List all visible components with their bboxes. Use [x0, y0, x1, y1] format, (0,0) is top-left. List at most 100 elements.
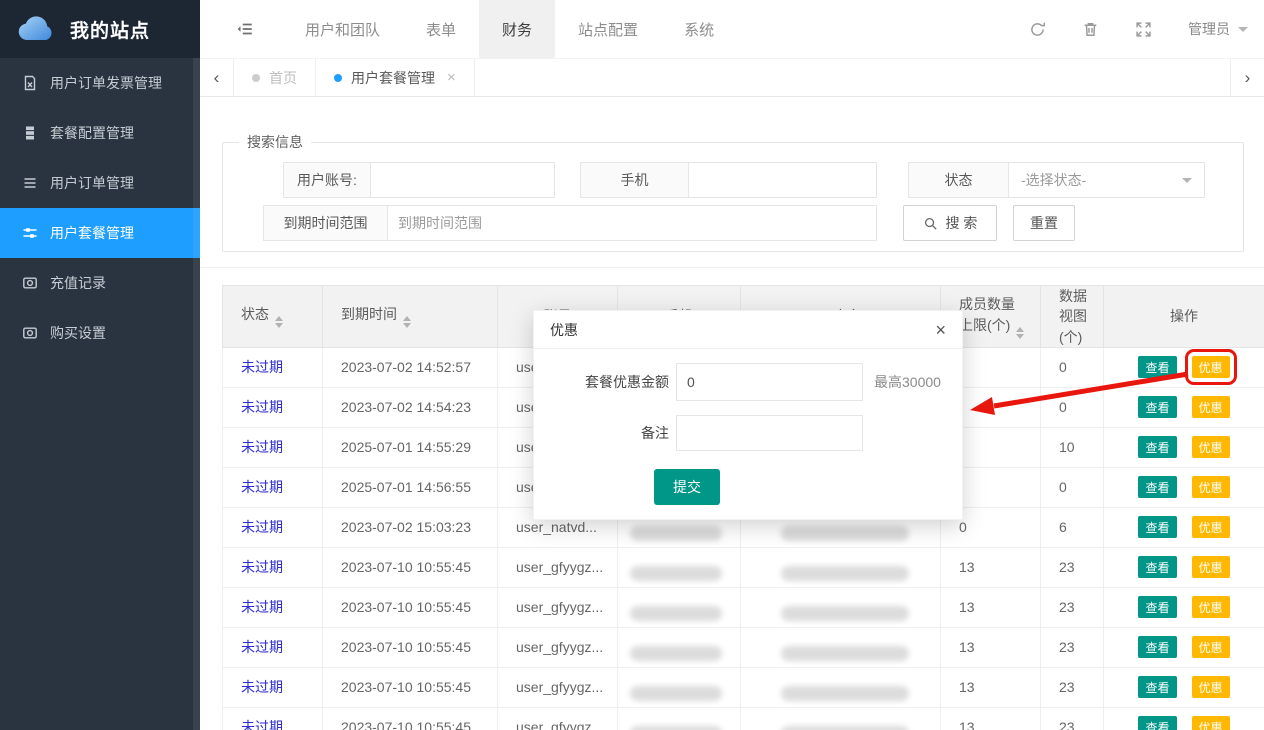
purchase-settings-icon	[22, 325, 38, 341]
row-actions: 查看优惠	[1104, 388, 1264, 427]
cell-actions: 查看优惠	[1104, 507, 1264, 547]
fullscreen-icon[interactable]	[1135, 21, 1152, 38]
sort-icon[interactable]	[1016, 327, 1024, 339]
redacted-phone	[630, 686, 722, 701]
sidebar: 我的站点 用户订单发票管理套餐配置管理用户订单管理用户套餐管理充值记录购买设置	[0, 0, 200, 730]
cell-data-views: 0	[1041, 347, 1104, 387]
view-button[interactable]: 查看	[1138, 436, 1176, 458]
date-range-label: 到期时间范围	[263, 205, 387, 241]
phone-input[interactable]	[688, 162, 877, 198]
redacted-username	[781, 726, 909, 730]
discount-button[interactable]: 优惠	[1192, 476, 1230, 498]
remark-input[interactable]	[676, 415, 863, 451]
sidebar-scrollbar[interactable]	[193, 58, 200, 730]
cell-expire-time: 2023-07-02 15:03:23	[323, 507, 498, 547]
cell-account: user_gfyygz...	[498, 627, 618, 667]
discount-button[interactable]: 优惠	[1192, 396, 1230, 418]
cell-username	[741, 707, 941, 730]
close-tab-icon[interactable]: ×	[447, 69, 456, 86]
discount-button[interactable]: 优惠	[1192, 716, 1230, 730]
cell-username	[741, 667, 941, 707]
cell-status: 未过期	[223, 587, 323, 627]
collapse-menu-icon[interactable]	[236, 20, 254, 38]
topnav-item[interactable]: 站点配置	[555, 0, 661, 58]
cell-phone	[618, 547, 741, 587]
discount-button[interactable]: 优惠	[1192, 676, 1230, 698]
sidebar-item[interactable]: 用户套餐管理	[0, 208, 200, 258]
redacted-phone	[630, 606, 722, 621]
topnav-item[interactable]: 用户和团队	[282, 0, 403, 58]
recharge-record-icon	[22, 275, 38, 291]
top-header: 用户和团队表单财务站点配置系统 管理员	[200, 0, 1264, 58]
cell-actions: 查看优惠	[1104, 427, 1264, 467]
tab-dot-icon	[334, 74, 342, 82]
trash-icon[interactable]	[1082, 21, 1099, 38]
sidebar-menu: 用户订单发票管理套餐配置管理用户订单管理用户套餐管理充值记录购买设置	[0, 58, 200, 358]
cell-username	[741, 627, 941, 667]
search-button[interactable]: 搜 索	[903, 205, 997, 241]
discount-button[interactable]: 优惠	[1192, 516, 1230, 538]
sidebar-item[interactable]: 套餐配置管理	[0, 108, 200, 158]
tabs-scroll-right-icon[interactable]: ›	[1230, 59, 1264, 96]
discount-button[interactable]: 优惠	[1192, 556, 1230, 578]
tab-label: 用户套餐管理	[351, 68, 435, 88]
discount-button[interactable]: 优惠	[1192, 596, 1230, 618]
close-icon[interactable]: ×	[935, 321, 946, 339]
column-header[interactable]: 到期时间	[323, 286, 498, 348]
status-select[interactable]: -选择状态-	[1008, 162, 1205, 198]
view-button[interactable]: 查看	[1138, 596, 1176, 618]
cell-member-limit: 13	[941, 547, 1041, 587]
topnav-item[interactable]: 系统	[661, 0, 737, 58]
discount-amount-label: 套餐优惠金额	[534, 363, 669, 401]
cell-actions: 查看优惠	[1104, 627, 1264, 667]
view-button[interactable]: 查看	[1138, 356, 1176, 378]
site-title: 我的站点	[70, 16, 150, 43]
sort-icon[interactable]	[403, 316, 411, 328]
sidebar-item[interactable]: 用户订单发票管理	[0, 58, 200, 108]
view-button[interactable]: 查看	[1138, 716, 1176, 730]
cell-status: 未过期	[223, 507, 323, 547]
status-badge: 未过期	[241, 359, 283, 375]
date-range-input[interactable]	[387, 205, 877, 241]
column-header: 数据视图(个)	[1041, 286, 1104, 348]
column-header[interactable]: 状态	[223, 286, 323, 348]
admin-menu[interactable]: 管理员	[1188, 19, 1248, 39]
row-actions: 查看优惠	[1104, 348, 1264, 387]
reset-button[interactable]: 重置	[1013, 205, 1075, 241]
redacted-username	[781, 646, 909, 661]
cell-account: user_gfyygz...	[498, 667, 618, 707]
sidebar-item-label: 用户套餐管理	[50, 223, 134, 243]
sidebar-item[interactable]: 用户订单管理	[0, 158, 200, 208]
order-list-icon	[22, 175, 38, 191]
discount-button[interactable]: 优惠	[1192, 356, 1230, 378]
view-button[interactable]: 查看	[1138, 636, 1176, 658]
tab-page[interactable]: 首页	[234, 59, 316, 96]
status-badge: 未过期	[241, 479, 283, 495]
topnav-item[interactable]: 财务	[479, 0, 555, 58]
cell-expire-time: 2023-07-10 10:55:45	[323, 707, 498, 730]
sidebar-item[interactable]: 购买设置	[0, 308, 200, 358]
sidebar-item[interactable]: 充值记录	[0, 258, 200, 308]
view-button[interactable]: 查看	[1138, 516, 1176, 538]
discount-button[interactable]: 优惠	[1192, 436, 1230, 458]
discount-button[interactable]: 优惠	[1192, 636, 1230, 658]
status-select-value: -选择状态-	[1021, 170, 1086, 190]
cell-actions: 查看 优惠	[1104, 707, 1264, 730]
submit-button[interactable]: 提交	[654, 469, 720, 505]
topnav-item[interactable]: 表单	[403, 0, 479, 58]
refresh-icon[interactable]	[1029, 21, 1046, 38]
cell-status: 未过期	[223, 547, 323, 587]
view-button[interactable]: 查看	[1138, 396, 1176, 418]
account-input[interactable]	[370, 162, 555, 198]
view-button[interactable]: 查看	[1138, 676, 1176, 698]
view-button[interactable]: 查看	[1138, 476, 1176, 498]
cell-member-limit: 13	[941, 627, 1041, 667]
view-button[interactable]: 查看	[1138, 556, 1176, 578]
tabs-scroll-left-icon[interactable]: ‹	[200, 59, 234, 96]
remark-label: 备注	[534, 415, 669, 451]
discount-amount-input[interactable]	[676, 363, 863, 401]
sort-icon[interactable]	[275, 316, 283, 328]
cell-expire-time: 2023-07-10 10:55:45	[323, 587, 498, 627]
tab-active[interactable]: 用户套餐管理 ×	[316, 59, 475, 96]
status-badge: 未过期	[241, 679, 283, 695]
